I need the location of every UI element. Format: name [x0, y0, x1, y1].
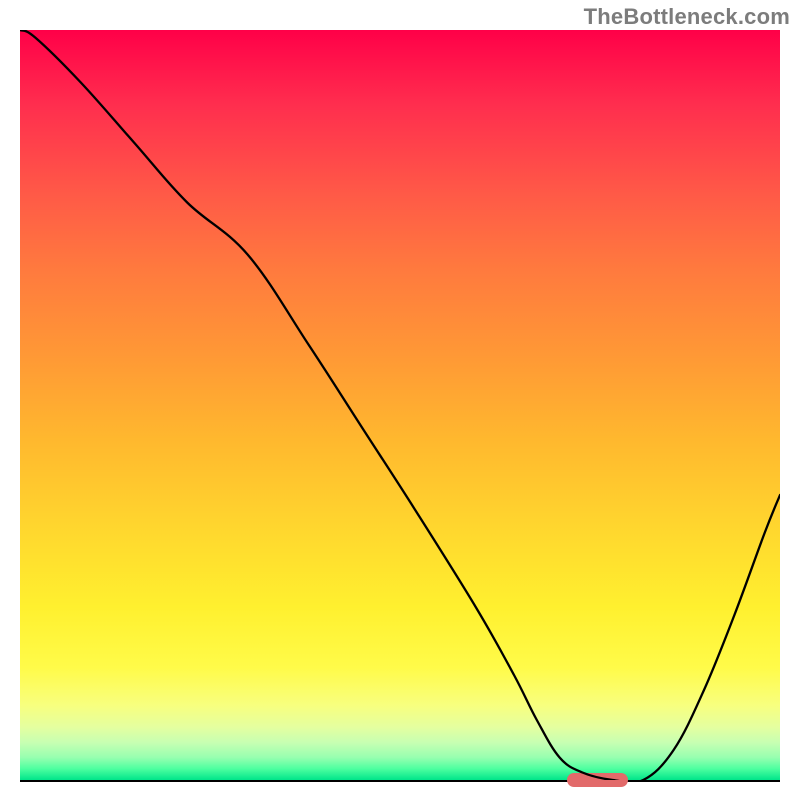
bottleneck-chart: TheBottleneck.com [0, 0, 800, 800]
watermark-text: TheBottleneck.com [584, 4, 790, 30]
optimal-marker [567, 773, 628, 787]
gradient-background [20, 30, 780, 780]
plot-area [20, 30, 780, 782]
